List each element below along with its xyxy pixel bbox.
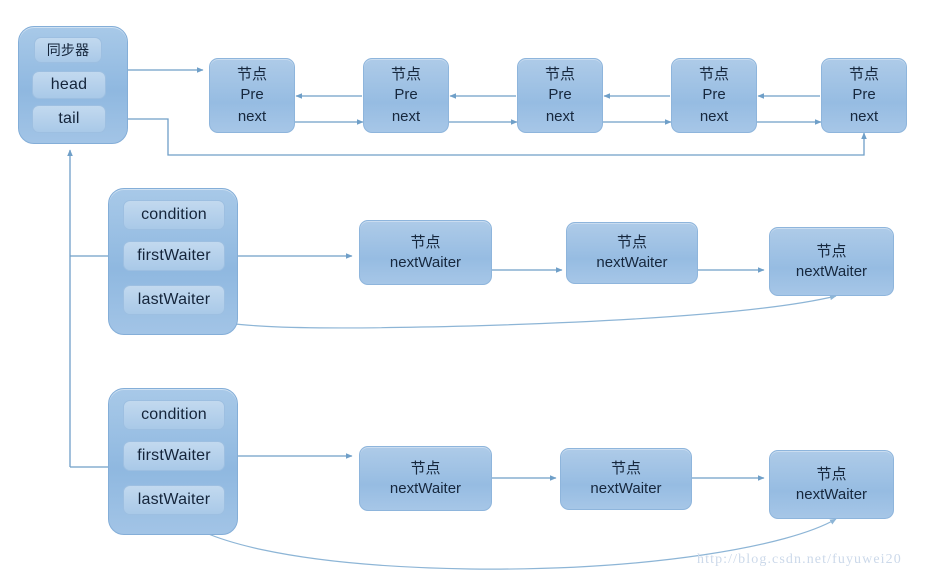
- condition-1-waiter-node-1[interactable]: 节点 nextWaiter: [359, 220, 492, 285]
- condition-1-waiter-node-1-next: nextWaiter: [389, 253, 462, 271]
- clh-node-4-next: next: [699, 107, 729, 125]
- condition-2-waiter-node-2-title: 节点: [610, 459, 641, 477]
- clh-node-5[interactable]: 节点 Pre next: [821, 58, 907, 133]
- diagram-canvas: 同步器 head tail 节点 Pre next 节点 Pre next 节点…: [0, 0, 931, 578]
- head-field[interactable]: head: [32, 71, 106, 99]
- condition-2-waiter-node-3-title: 节点: [816, 464, 847, 483]
- clh-node-5-pre: Pre: [852, 85, 876, 103]
- condition-2-label[interactable]: condition: [123, 400, 225, 430]
- condition-1-waiter-node-2-title: 节点: [616, 233, 647, 251]
- condition-block-2[interactable]: condition firstWaiter lastWaiter: [108, 388, 238, 535]
- clh-node-5-next: next: [849, 107, 879, 125]
- clh-node-3-next: next: [545, 107, 575, 125]
- condition-2-waiter-node-1-title: 节点: [410, 458, 441, 477]
- condition-1-label[interactable]: condition: [123, 200, 225, 230]
- clh-node-3-title: 节点: [544, 64, 575, 83]
- clh-node-4[interactable]: 节点 Pre next: [671, 58, 757, 133]
- condition-1-waiter-node-3-title: 节点: [816, 241, 847, 260]
- watermark-text: http://blog.csdn.net/fuyuwei20: [697, 552, 902, 567]
- clh-node-1-pre: Pre: [240, 85, 264, 103]
- condition-2-waiter-node-3[interactable]: 节点 nextWaiter: [769, 450, 894, 519]
- clh-node-4-pre: Pre: [702, 85, 726, 103]
- condition-1-waiter-node-1-title: 节点: [410, 232, 441, 251]
- sync-label: 同步器: [34, 37, 102, 63]
- clh-node-2-pre: Pre: [394, 85, 418, 103]
- synchronizer-box[interactable]: 同步器 head tail: [18, 26, 128, 144]
- clh-node-3-pre: Pre: [548, 85, 572, 103]
- condition-2-waiter-node-2[interactable]: 节点 nextWaiter: [560, 448, 692, 510]
- edge-lastwaiter2-to-last-waiter-node: [171, 510, 837, 570]
- clh-node-2[interactable]: 节点 Pre next: [363, 58, 449, 133]
- clh-node-2-next: next: [391, 107, 421, 125]
- edge-lastwaiter1-to-last-waiter-node: [171, 294, 837, 329]
- tail-field[interactable]: tail: [32, 105, 106, 133]
- condition-1-waiter-node-3[interactable]: 节点 nextWaiter: [769, 227, 894, 296]
- condition-1-waiter-node-2[interactable]: 节点 nextWaiter: [566, 222, 698, 284]
- condition-2-waiter-node-3-next: nextWaiter: [795, 485, 868, 503]
- clh-node-2-title: 节点: [390, 64, 421, 83]
- condition-2-waiter-node-1[interactable]: 节点 nextWaiter: [359, 446, 492, 511]
- condition-1-waiter-node-3-next: nextWaiter: [795, 262, 868, 280]
- condition-2-firstwaiter[interactable]: firstWaiter: [123, 441, 225, 471]
- condition-2-lastwaiter[interactable]: lastWaiter: [123, 485, 225, 515]
- clh-node-4-title: 节点: [698, 64, 729, 83]
- condition-2-waiter-node-1-next: nextWaiter: [389, 479, 462, 497]
- clh-node-5-title: 节点: [848, 64, 879, 83]
- clh-node-1-title: 节点: [236, 64, 267, 83]
- condition-1-waiter-node-2-next: nextWaiter: [596, 254, 668, 272]
- condition-1-lastwaiter[interactable]: lastWaiter: [123, 285, 225, 315]
- condition-2-waiter-node-2-next: nextWaiter: [590, 480, 662, 498]
- condition-block-1[interactable]: condition firstWaiter lastWaiter: [108, 188, 238, 335]
- condition-1-firstwaiter[interactable]: firstWaiter: [123, 241, 225, 271]
- clh-node-1-next: next: [237, 107, 267, 125]
- clh-node-1[interactable]: 节点 Pre next: [209, 58, 295, 133]
- clh-node-3[interactable]: 节点 Pre next: [517, 58, 603, 133]
